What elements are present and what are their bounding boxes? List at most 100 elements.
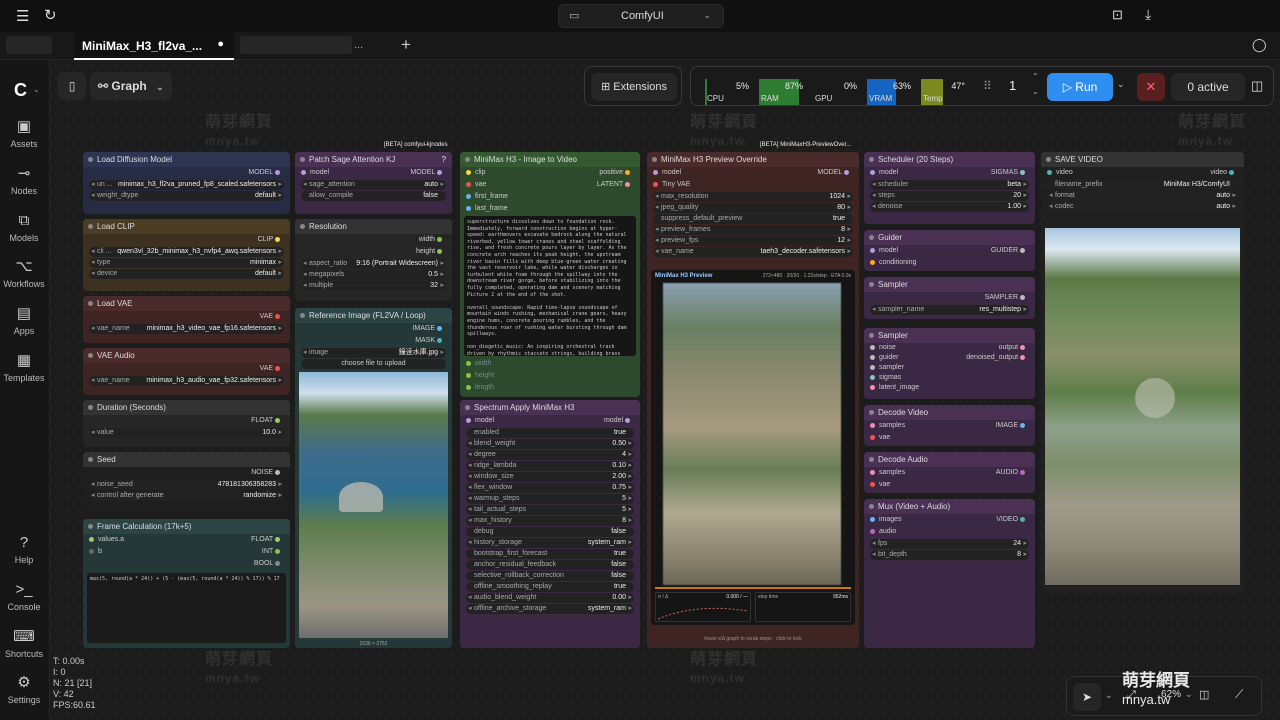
sidebar-item-settings[interactable]: ⚙ Settings: [0, 674, 48, 705]
spectrum-param-anchor-residual-feedback[interactable]: anchor_residual_feedback false: [466, 560, 634, 570]
bit-depth-input[interactable]: bit_depth8: [870, 550, 1029, 560]
menu-icon[interactable]: ☰: [16, 7, 29, 25]
node-mux[interactable]: Mux (Video + Audio) imagesVIDEO audio fp…: [864, 499, 1035, 648]
spectrum-param-debug[interactable]: debug false: [466, 527, 634, 537]
tab-active[interactable]: MiniMax_H3_fl2va_... ●: [74, 32, 234, 60]
spectrum-param-enabled[interactable]: enabled true: [466, 428, 634, 438]
scheduler-select[interactable]: schedulerbeta: [870, 180, 1029, 190]
node-input-height[interactable]: height: [460, 370, 640, 382]
node-output-vae[interactable]: VAE: [83, 311, 290, 323]
user-icon[interactable]: ◯: [1252, 37, 1267, 53]
app-title-dropdown[interactable]: ▭ ComfyUI ⌄: [558, 4, 724, 28]
node-reference-image[interactable]: Reference Image (FL2VA / Loop) IMAGE MAS…: [295, 308, 452, 648]
node-io-images[interactable]: images VIDEO: [864, 514, 1035, 526]
node-io-model[interactable]: model MODEL: [295, 167, 452, 179]
sidebar-item-assets[interactable]: ▣ Assets: [0, 118, 48, 149]
node-io-samples[interactable]: samples IMAGE: [864, 420, 1035, 432]
spectrum-param-tail-actual-steps[interactable]: tail_actual_steps5: [466, 505, 634, 515]
node-input-tiny-vae[interactable]: Tiny VAE: [647, 179, 859, 191]
node-scheduler[interactable]: Scheduler (20 Steps) modelSIGMAS schedul…: [864, 152, 1035, 224]
spectrum-param-bootstrap-first-forecast[interactable]: bootstrap_first_forecast true: [466, 549, 634, 559]
spectrum-param-max-history[interactable]: max_history8: [466, 516, 634, 526]
increment-icon[interactable]: ⌃: [1032, 72, 1039, 81]
node-spectrum-apply[interactable]: Spectrum Apply MiniMax H3 model model ena…: [460, 400, 640, 648]
preview-param-suppress-default-preview[interactable]: suppress_default_preview true: [653, 214, 853, 224]
spectrum-param-blend-weight[interactable]: blend_weight0.50: [466, 439, 634, 449]
node-io-model[interactable]: model model: [460, 415, 640, 427]
node-input-latent-image[interactable]: latent_image: [864, 383, 1035, 393]
sidebar-item-help[interactable]: ? Help: [0, 534, 48, 565]
cancel-button[interactable]: ✕: [1137, 73, 1165, 101]
fps-input[interactable]: fps24: [870, 539, 1029, 549]
node-patch-sage-attention[interactable]: Patch Sage Attention KJ? modelMODEL sage…: [295, 152, 452, 214]
sidebar-item-workflows[interactable]: ⌥ Workflows: [0, 258, 48, 289]
megapixels-input[interactable]: megapixels0.5: [301, 270, 446, 280]
spectrum-param-offline-archive-storage[interactable]: offline_archive_storagesystem_ram: [466, 604, 634, 614]
node-seed[interactable]: Seed NOISE noise_seed478181306358283 con…: [83, 452, 290, 512]
node-duration[interactable]: Duration (Seconds) FLOAT value10.0: [83, 400, 290, 447]
node-output-clip[interactable]: CLIP: [83, 234, 290, 246]
codec-select[interactable]: codecauto: [1047, 202, 1238, 212]
node-output-model[interactable]: MODEL: [83, 167, 290, 179]
spectrum-param-audio-blend-weight[interactable]: audio_blend_weight0.00: [466, 593, 634, 603]
spectrum-param-warmup-steps[interactable]: warmup_steps5: [466, 494, 634, 504]
node-output-vae[interactable]: VAE: [83, 363, 290, 375]
noise-seed-input[interactable]: noise_seed478181306358283: [89, 480, 284, 490]
multiple-input[interactable]: multiple32: [301, 281, 446, 291]
denoise-input[interactable]: denoise1.00: [870, 202, 1029, 212]
run-button[interactable]: ▷ Run: [1047, 73, 1113, 101]
right-panel-icon[interactable]: ◫: [1251, 78, 1263, 94]
chevron-down-icon[interactable]: ⌄: [1105, 690, 1113, 701]
node-io-video[interactable]: video video: [1041, 167, 1244, 179]
node-io-model[interactable]: model SIGMAS: [864, 167, 1035, 179]
spectrum-param-flex-window[interactable]: flex_window0.75: [466, 483, 634, 493]
weight-dtype-select[interactable]: weight_dtypedefault: [89, 191, 284, 201]
node-output-sampler[interactable]: SAMPLER: [864, 292, 1035, 304]
node-io-model[interactable]: model GUIDER: [864, 245, 1035, 257]
clip-device-select[interactable]: devicedefault: [89, 269, 284, 279]
image-select[interactable]: image鐘逹水庫.jpg: [301, 348, 446, 358]
node-save-video[interactable]: SAVE VIDEO video video filename_prefix Min…: [1041, 152, 1244, 593]
step-time-graph[interactable]: step time 952ms: [755, 592, 851, 622]
unsaved-dot-icon[interactable]: ●: [217, 38, 224, 50]
sidebar-item-models[interactable]: ⧉ Models: [0, 212, 48, 243]
node-input-vae[interactable]: vae: [864, 432, 1035, 444]
preview-param-max-resolution[interactable]: max_resolution1024: [653, 192, 853, 202]
feedback-icon[interactable]: ⊡: [1112, 7, 1123, 23]
decrement-icon[interactable]: ⌄: [1032, 87, 1039, 96]
spectrum-param-offline-smoothing-replay[interactable]: offline_smoothing_replay true: [466, 582, 634, 592]
node-io-clip[interactable]: clip positive: [460, 167, 640, 179]
control-after-generate-select[interactable]: control after generaterandomize: [89, 491, 284, 501]
node-output-height[interactable]: height: [295, 246, 452, 258]
vae-name-select[interactable]: vae_nameminimax_h3_video_vae_fp16.safete…: [89, 324, 284, 334]
spectrum-param-ridge-lambda[interactable]: ridge_lambda0.10: [466, 461, 634, 471]
node-io-samples[interactable]: samples AUDIO: [864, 467, 1035, 479]
preview-param-jpeg-quality[interactable]: jpeg_quality80: [653, 203, 853, 213]
sidebar-item-apps[interactable]: ▤ Apps: [0, 305, 48, 336]
spectrum-param-window-size[interactable]: window_size2.00: [466, 472, 634, 482]
node-io-model[interactable]: model MODEL: [647, 167, 859, 179]
graph-canvas[interactable]: 萌芽網頁 mnya.tw 萌芽網頁 mnya.tw 萌芽網頁 mnya.tw 萌芽網頁…: [50, 60, 1280, 720]
node-input-width[interactable]: width: [460, 358, 640, 370]
sage-attention-select[interactable]: sage_attentionauto: [301, 180, 446, 190]
node-sampler[interactable]: Sampler SAMPLER sampler_nameres_multiste…: [864, 277, 1035, 319]
node-input-audio[interactable]: audio: [864, 526, 1035, 538]
node-io-b[interactable]: b INT: [83, 546, 290, 558]
drag-handle-icon[interactable]: ⠿: [983, 79, 992, 93]
node-image-to-video[interactable]: MiniMax H3 - Image to Video clip positive…: [460, 152, 640, 397]
spectrum-param-selective-rollback-correction[interactable]: selective_rollback_correction false: [466, 571, 634, 581]
sampler-name-select[interactable]: sampler_nameres_multistep: [870, 305, 1029, 315]
node-resolution[interactable]: Resolution width height aspect_ratio9:16…: [295, 219, 452, 301]
select-tool-icon[interactable]: ➤: [1073, 683, 1101, 711]
node-frame-calculation[interactable]: Frame Calculation (17k+5) values.a FLOAT …: [83, 519, 290, 648]
spectrum-param-history-storage[interactable]: history_storagesystem_ram: [466, 538, 634, 548]
comfy-logo-icon[interactable]: C: [14, 80, 27, 101]
node-input-vae[interactable]: vae: [864, 479, 1035, 491]
node-io-guider[interactable]: guider denoised_output: [864, 353, 1035, 363]
minimap-icon[interactable]: ◫: [1199, 688, 1209, 701]
clip-type-select[interactable]: typeminimax: [89, 258, 284, 268]
node-io-noise[interactable]: noise output: [864, 343, 1035, 353]
node-sampler-custom[interactable]: Sampler noise output guider denoised_outpu…: [864, 328, 1035, 399]
node-load-diffusion-model[interactable]: Load Diffusion Model MODEL un ...minimax…: [83, 152, 290, 214]
clip-name-select[interactable]: cli ...qwen3vl_32b_minimax_h3_nvfp4_awq.…: [89, 247, 284, 257]
